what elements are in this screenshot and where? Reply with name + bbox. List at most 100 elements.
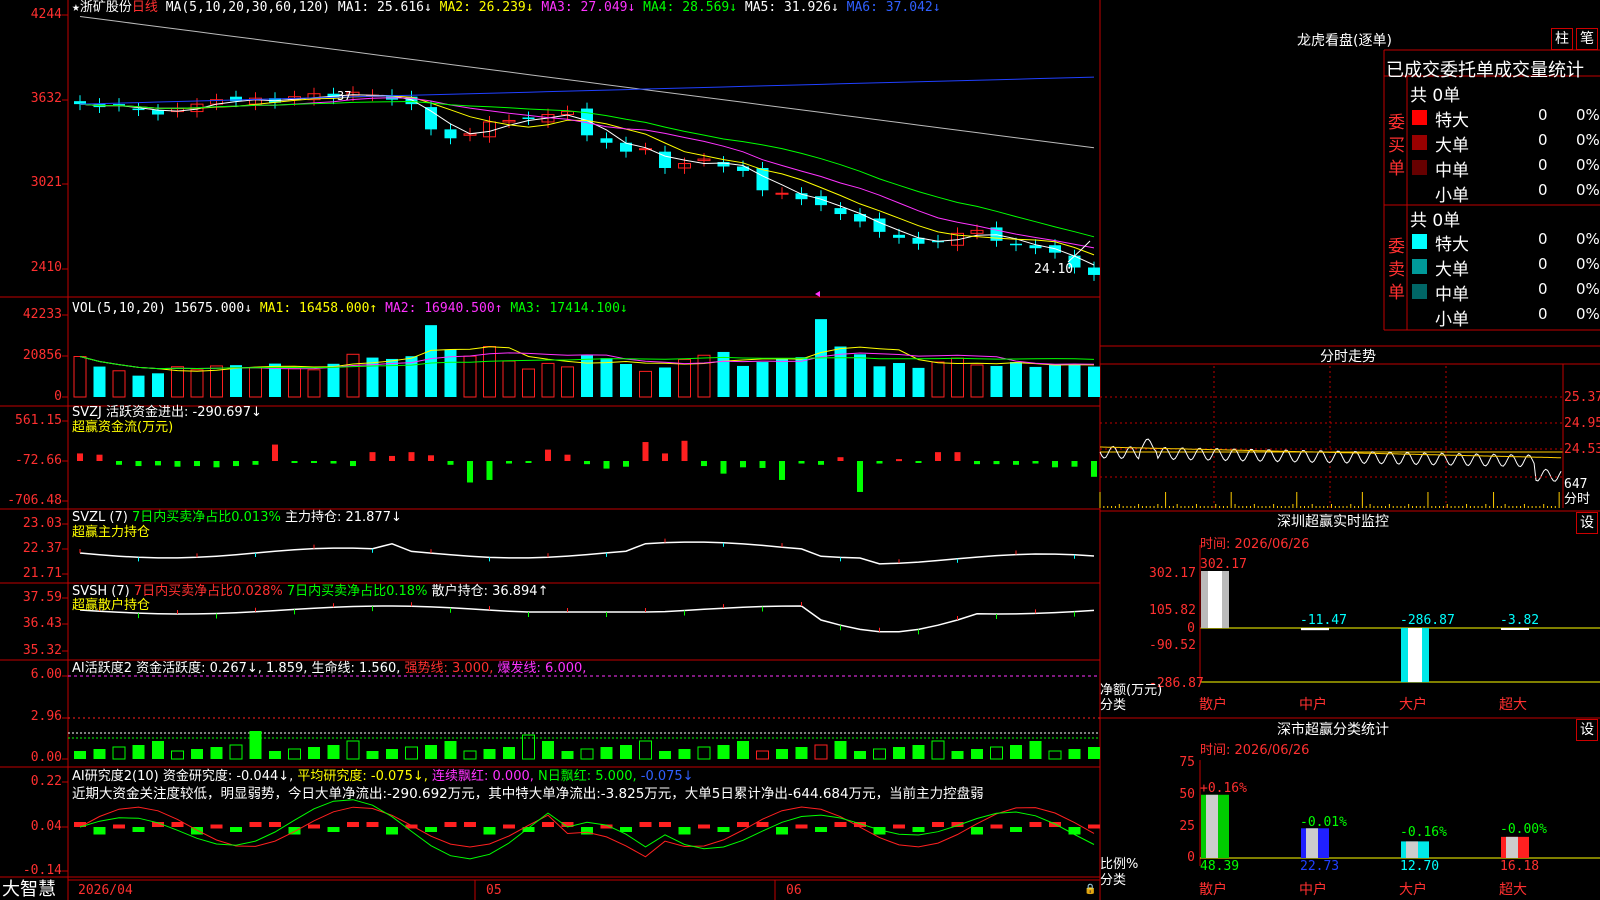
activity-bar xyxy=(717,745,730,759)
svsh-header: SVSH (7) 7日内买卖净占比0.028% 7日内买卖净占比0.18% 散户… xyxy=(72,584,548,599)
volume-bar xyxy=(1029,366,1042,397)
volume-bar xyxy=(717,351,730,397)
chart-header: ★浙矿股份日线 MA(5,10,20,30,60,120) MA1: 25.61… xyxy=(72,0,941,15)
buy-side-label: 委买单 xyxy=(1388,113,1405,179)
svzl-h1: SVZL (7) xyxy=(72,510,128,525)
activity-bar xyxy=(132,745,145,759)
volume-bar xyxy=(970,364,984,398)
vol-def: VOL(5,10,20) xyxy=(72,301,166,316)
fund-flow-bar xyxy=(1052,461,1058,468)
svsh-h3: 7日内买卖净占比0.18% xyxy=(286,584,428,599)
buy-color-swatch xyxy=(1412,135,1427,150)
candle-down xyxy=(1010,243,1022,246)
sell-row-count: 0 xyxy=(1538,280,1548,298)
activity-bar xyxy=(814,744,828,760)
bar-value-label: 12.70 xyxy=(1400,859,1440,874)
volume-bar xyxy=(581,355,593,397)
activity-bar xyxy=(659,751,671,759)
class-bar-highlight xyxy=(1406,841,1418,858)
svzj-tick-1: -72.66 xyxy=(15,453,62,468)
intraday-tick-2: 24.53 xyxy=(1564,442,1600,457)
research-bar xyxy=(366,822,379,827)
activity-bar xyxy=(327,745,340,759)
fund-flow-bar xyxy=(428,455,434,461)
monitor-bar xyxy=(1301,628,1329,631)
bar-value-label: -11.47 xyxy=(1300,613,1347,628)
ma4-value: MA4: 28.569↓ xyxy=(643,0,738,15)
fund-flow-bar xyxy=(584,461,590,465)
chart-canvas[interactable] xyxy=(0,0,1600,900)
stock-name[interactable]: 浙矿股份 xyxy=(80,0,132,15)
fund-flow-bar xyxy=(662,453,668,461)
volume-bar xyxy=(152,373,164,397)
fund-flow-bar xyxy=(603,461,610,469)
svsh-h1: SVSH (7) xyxy=(72,584,130,599)
research-bar xyxy=(425,827,437,832)
research-bar xyxy=(756,822,769,827)
period-label[interactable]: 日线 xyxy=(132,0,158,15)
buy-row-count: 0 xyxy=(1538,131,1548,149)
fund-flow-bar xyxy=(896,459,902,462)
fund-flow-bar xyxy=(1013,461,1019,465)
sell-row-percent: 0% xyxy=(1576,255,1600,273)
activity-bar xyxy=(795,747,808,759)
candle-down xyxy=(834,208,847,215)
activity-bar xyxy=(249,731,262,759)
fund-flow-bar xyxy=(720,461,727,474)
bar-value-label: 302.17 xyxy=(1200,557,1247,572)
fund-flow-bar xyxy=(467,461,473,483)
bar-mode-button[interactable]: 柱 xyxy=(1551,28,1573,50)
fund-flow-bar xyxy=(564,454,571,461)
buy-row-percent: 0% xyxy=(1576,106,1600,124)
activity-bar xyxy=(951,751,964,759)
vol-tick-2: 0 xyxy=(54,389,62,404)
fund-flow-bar xyxy=(642,442,649,461)
research-bar xyxy=(347,822,359,827)
ai2-h4: 连续飘红: 0.000, xyxy=(432,769,534,784)
research-bar xyxy=(1088,824,1100,829)
candle-down xyxy=(425,107,437,130)
star-icon: ★ xyxy=(72,0,80,15)
lock-icon[interactable]: 🔒 xyxy=(1084,882,1096,897)
tick-mode-button[interactable]: 笔 xyxy=(1576,28,1598,50)
activity-bar xyxy=(561,751,574,759)
fund-flow-bar xyxy=(974,461,980,465)
bar-change-label: -0.16% xyxy=(1400,825,1447,840)
volume-bar xyxy=(1068,363,1081,397)
research-bar xyxy=(717,827,730,832)
fund-flow-bar xyxy=(252,461,259,465)
svsh-tick-1: 36.43 xyxy=(22,616,62,631)
sz-monitor-settings-button[interactable]: 设 xyxy=(1576,512,1598,534)
volume-bar xyxy=(678,359,691,398)
buy-row-percent: 0% xyxy=(1576,181,1600,199)
fund-flow-bar xyxy=(155,461,161,466)
intraday-tick-1: 24.95 xyxy=(1564,416,1600,431)
activity-bar xyxy=(112,746,126,760)
volume-bar xyxy=(522,368,535,398)
category-label: 超大 xyxy=(1499,697,1527,713)
activity-bar xyxy=(483,749,496,759)
research-bar xyxy=(542,822,554,827)
svsh-tick-0: 37.59 xyxy=(22,590,62,605)
fund-flow-bar xyxy=(369,452,376,461)
sz-class-settings-button[interactable]: 设 xyxy=(1576,719,1598,741)
fund-flow-bar xyxy=(506,461,512,464)
research-bar xyxy=(737,822,749,827)
sz-monitor-time: 时间: 2026/06/26 xyxy=(1200,537,1310,552)
sell-row-name: 小单 xyxy=(1435,310,1469,330)
volume-bar xyxy=(112,370,126,398)
activity-bar xyxy=(1088,747,1100,759)
buy-row-name: 中单 xyxy=(1435,161,1469,181)
research-bar xyxy=(795,824,808,829)
candle-down xyxy=(893,234,905,238)
activity-bar xyxy=(191,749,203,759)
research-bar xyxy=(308,824,320,829)
volume-bar xyxy=(132,375,145,397)
research-bar xyxy=(912,827,925,832)
vol-tick-1: 20856 xyxy=(22,348,62,363)
volume-bar xyxy=(659,367,671,397)
category-label: 大户 xyxy=(1399,882,1427,898)
activity-bar xyxy=(678,749,691,759)
szm-xlabel: 分类 xyxy=(1100,698,1127,713)
volume-bar xyxy=(561,366,574,398)
